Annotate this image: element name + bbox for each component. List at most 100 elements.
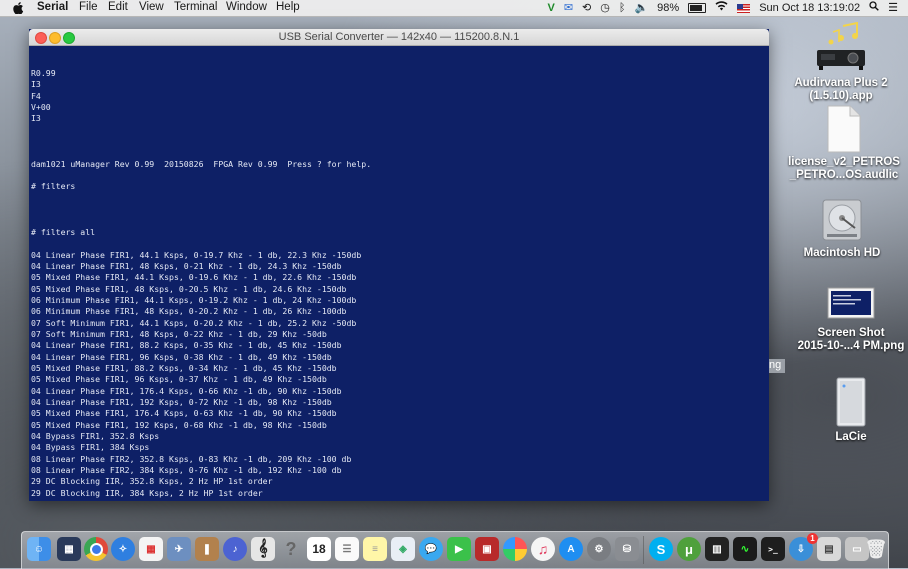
terminal-line: # filters — [31, 181, 76, 192]
calendar-day: 18 — [312, 542, 326, 556]
notification-center-icon[interactable]: ☰ — [888, 0, 898, 16]
terminal-line: 04 Bypass FIR1, 384 Ksps — [31, 442, 150, 453]
terminal-line: 29 DC Blocking IIR, 384 Ksps, 2 Hz HP 1s… — [31, 487, 263, 498]
menu-view[interactable]: View — [139, 1, 164, 13]
terminal-line: 05 Mixed Phase FIR1, 192 Ksps, 0-68 Khz … — [31, 419, 327, 430]
terminal-line: 06 Minimum Phase FIR1, 48 Ksps, 0-20.2 K… — [31, 306, 347, 317]
dock-activity-monitor-icon[interactable]: ∿ — [733, 537, 757, 561]
desktop-icon-audirvana[interactable]: Audirvana Plus 2 (1.5.10).app — [776, 21, 906, 103]
terminal-line: 07 Soft Minimum FIR1, 48 Ksps, 0-22 Khz … — [31, 328, 327, 339]
dock-photos-icon[interactable] — [503, 537, 527, 561]
terminal-line: 06 Minimum Phase FIR1, 44.1 Ksps, 0-19.2… — [31, 294, 357, 305]
dock-app-store-icon[interactable]: A — [559, 537, 583, 561]
vmware-status-icon[interactable]: V — [547, 0, 554, 16]
dock-piano-app-icon[interactable]: ▥ — [705, 537, 729, 561]
terminal-line: 04 Linear Phase FIR1, 192 Ksps, 0-72 Khz… — [31, 396, 332, 407]
external-drive-icon — [834, 376, 868, 428]
menu-file[interactable]: File — [79, 1, 98, 13]
battery-icon[interactable] — [688, 3, 707, 13]
dock-chrome-icon[interactable] — [84, 537, 108, 561]
dock-system-preferences-icon[interactable]: ⚙ — [587, 537, 611, 561]
mail-status-icon[interactable]: ✉ — [564, 0, 573, 16]
us-flag-input-icon[interactable] — [737, 3, 751, 13]
dock-maps-icon[interactable]: ◈ — [391, 537, 415, 561]
dock-mission-control-icon[interactable]: ▦ — [57, 537, 81, 561]
dock-reminders-icon[interactable]: ☰ — [335, 537, 359, 561]
dock-documents-stack-icon[interactable]: ▤ — [817, 537, 841, 561]
dock-itunes-icon[interactable]: ♫ — [531, 537, 555, 561]
spotlight-icon[interactable] — [869, 0, 879, 16]
menu-app-serial[interactable]: Serial — [37, 1, 68, 13]
terminal-line: 04 Linear Phase FIR1, 96 Ksps, 0-38 Khz … — [31, 351, 332, 362]
dock-launchpad-icon[interactable]: ▦ — [139, 537, 163, 561]
menu-help[interactable]: Help — [276, 1, 300, 13]
terminal-line: 05 Mixed Phase FIR1, 96 Ksps, 0-37 Khz -… — [31, 374, 327, 385]
dock-safari-icon[interactable]: ✧ — [111, 537, 135, 561]
desktop-icon-label: LaCie — [835, 431, 867, 443]
terminal-line: 04 Linear Phase FIR1, 88.2 Ksps, 0-35 Kh… — [31, 340, 342, 351]
desktop-icon-screenshot[interactable]: Screen Shot 2015-10-...4 PM.png — [786, 287, 908, 353]
sync-status-icon[interactable]: ⟲ — [582, 0, 591, 16]
dock-contacts-icon[interactable]: ❚ — [195, 537, 219, 561]
dock-notes-icon[interactable]: ≡ — [363, 537, 387, 561]
dock: ☺ ▦ ✧ ▦ ✈ ❚ ♪ 𝄞 ? 18 ☰ ≡ ◈ 💬 ▶ ▣ ♫ A ⚙ ⛁… — [21, 531, 889, 569]
dock-disk-utility-icon[interactable]: ⛁ — [615, 537, 639, 561]
desktop-icon-label: license_v2_PETROS _PETRO...OS.audlic — [788, 156, 900, 181]
dock-instruments-icon[interactable]: ♪ — [223, 537, 247, 561]
terminal-line: 30 Deemphasis IIR, 352.8 Ksps, 50/15 uS — [31, 499, 371, 501]
document-icon — [826, 105, 862, 153]
window-titlebar[interactable]: USB Serial Converter — 142x40 — 115200.8… — [29, 29, 769, 46]
dock-help-icon[interactable]: ? — [279, 537, 303, 561]
dock-downloads-icon[interactable]: ⇩ 1 — [789, 533, 818, 561]
dock-terminal-icon[interactable]: >_ — [761, 537, 785, 561]
terminal-line: 04 Bypass FIR1, 352.8 Ksps — [31, 431, 160, 441]
desktop-icon-lacie[interactable]: LaCie — [786, 376, 908, 444]
time-machine-icon[interactable]: ◷ — [600, 0, 610, 16]
volume-icon[interactable]: 🔈 — [634, 0, 648, 16]
dock-music-app-icon[interactable]: 𝄞 — [251, 537, 275, 561]
battery-percent: 98% — [657, 2, 680, 14]
terminal-line: 05 Mixed Phase FIR1, 176.4 Ksps, 0-63 Kh… — [31, 408, 337, 419]
terminal-line: 29 DC Blocking IIR, 352.8 Ksps, 2 Hz HP … — [31, 476, 273, 487]
occluded-desktop-label: ng — [769, 359, 785, 373]
dock-finder-icon[interactable]: ☺ — [27, 537, 51, 561]
screenshot-icon — [827, 287, 875, 319]
terminal-line: V+00 — [31, 102, 51, 113]
terminal-line: R0.99 — [31, 68, 56, 78]
dock-facetime-icon[interactable]: ▶ — [447, 537, 471, 561]
apple-menu-icon[interactable] — [13, 2, 24, 17]
dock-utorrent-icon[interactable]: μ — [677, 537, 701, 561]
wifi-icon[interactable] — [715, 0, 728, 16]
menu-terminal[interactable]: Terminal — [174, 1, 217, 13]
menu-edit[interactable]: Edit — [108, 1, 128, 13]
terminal-line: 04 Linear Phase FIR1, 48 Ksps, 0-21 Khz … — [31, 260, 342, 271]
terminal-line: I3 — [31, 113, 41, 124]
terminal-line: 04 Linear Phase FIR1, 44.1 Ksps, 0-19.7 … — [31, 249, 362, 260]
menubar-clock[interactable]: Sun Oct 18 13:19:02 — [759, 2, 860, 14]
menu-window[interactable]: Window — [226, 1, 267, 13]
dock-photo-booth-icon[interactable]: ▣ — [475, 537, 499, 561]
dock-calendar-icon[interactable]: 18 — [307, 537, 331, 561]
terminal-line: 07 Soft Minimum FIR1, 44.1 Ksps, 0-20.2 … — [31, 317, 357, 328]
dock-messages-icon[interactable]: 💬 — [419, 537, 443, 561]
dock-trash-icon[interactable]: 🗑 — [864, 537, 888, 561]
desktop-icon-macintosh-hd[interactable]: Macintosh HD — [777, 196, 907, 260]
terminal-line: F4 — [31, 90, 41, 101]
bluetooth-icon[interactable]: ᛒ — [619, 0, 626, 16]
terminal-line: dam1021 uManager Rev 0.99 20150826 FPGA … — [31, 158, 372, 169]
terminal-content[interactable]: R0.99 I3 F4 V+00 I3 dam1021 uManager Rev 0.99… — [29, 46, 769, 501]
desktop-icon-label: Screen Shot 2015-10-...4 PM.png — [797, 327, 905, 352]
terminal-line: 08 Linear Phase FIR2, 352.8 Ksps, 0-83 K… — [31, 453, 352, 464]
dock-skype-icon[interactable]: S — [649, 537, 673, 561]
desktop-icon-label: Macintosh HD — [803, 247, 881, 259]
dock-preview-icon[interactable]: ✈ — [167, 537, 191, 561]
desktop-icon-license-file[interactable]: license_v2_PETROS _PETRO...OS.audlic — [779, 105, 908, 182]
audirvana-app-icon — [813, 21, 869, 74]
